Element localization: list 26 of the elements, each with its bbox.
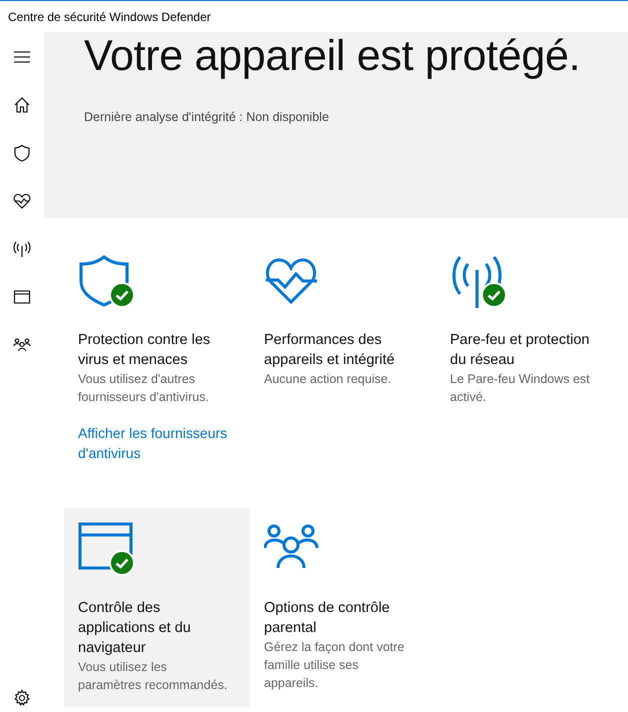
tile-card[interactable]: Pare-feu et protection du réseau Le Pare-feu Windows est activé. bbox=[436, 240, 622, 508]
page-heading: Votre appareil est protégé. bbox=[84, 32, 580, 80]
tile-description: Le Pare-feu Windows est activé. bbox=[450, 371, 591, 406]
antivirus-link[interactable]: Afficher les fournisseurs d'antivirus bbox=[78, 423, 234, 463]
tile-title: Options de contrôle parental bbox=[264, 599, 391, 638]
tile-card[interactable]: Contrôle des applications et du navigateur Vous utilisez les paramètres recommandés. bbox=[64, 508, 250, 707]
settings-icon[interactable] bbox=[13, 689, 31, 707]
tile-title: Protection contre les virus et menaces bbox=[78, 331, 212, 370]
home-icon[interactable] bbox=[13, 96, 31, 114]
antenna-icon[interactable] bbox=[13, 240, 31, 258]
window-title: Centre de sécurité Windows Defender bbox=[8, 10, 211, 24]
status-text: Dernière analyse d'intégrité : Non disponible bbox=[84, 110, 329, 124]
tile-title: Pare-feu et protection du réseau bbox=[450, 331, 590, 370]
shield-icon[interactable] bbox=[13, 144, 31, 162]
tile-card[interactable]: Protection contre les virus et menaces Vous utilisez d'autres fournisseurs d'antivirus. Afficher les fournisseurs d'antivirus bbox=[64, 240, 250, 508]
tile-card[interactable]: Options de contrôle parental Gérez la façon dont votre famille utilise ses appareils. bbox=[250, 508, 436, 707]
people-icon[interactable] bbox=[13, 336, 31, 354]
tile-title: Performances des appareils et intégrité bbox=[264, 331, 396, 370]
heart-icon[interactable] bbox=[13, 192, 31, 210]
tile-title: Contrôle des applications et du navigateur bbox=[78, 599, 192, 658]
tile-description: Vous utilisez d'autres fournisseurs d'antivirus. bbox=[78, 371, 210, 406]
tile-description: Aucune action requise. bbox=[264, 371, 392, 388]
tile-description: Vous utilisez les paramètres recommandés. bbox=[78, 659, 228, 694]
window-icon[interactable] bbox=[13, 288, 31, 306]
tile-card[interactable]: Performances des appareils et intégrité Aucune action requise. bbox=[250, 240, 436, 508]
tile-description: Gérez la façon dont votre famille utilise ses appareils. bbox=[264, 639, 406, 692]
